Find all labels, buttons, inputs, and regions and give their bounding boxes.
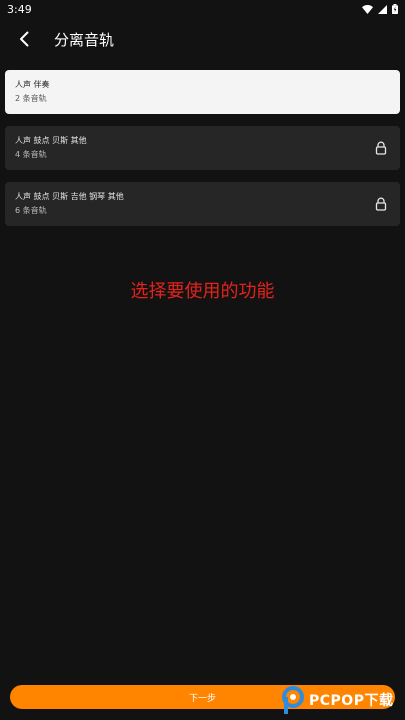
option-text: 人声 鼓点 贝斯 其他 4 条音轨 [15, 136, 87, 160]
status-time: 3:49 [7, 2, 32, 16]
option-text: 人声 伴奏 2 条音轨 [15, 80, 50, 104]
wifi-icon [362, 4, 373, 14]
screen: 3:49 分离音轨 人声 伴奏 2 条音轨 人声 鼓点 贝斯 其他 4 条音轨 … [0, 0, 405, 720]
status-bar: 3:49 [0, 0, 405, 18]
hint-text: 选择要使用的功能 [130, 281, 275, 302]
option-4-tracks[interactable]: 人声 鼓点 贝斯 其他 4 条音轨 [5, 126, 400, 170]
option-title: 人声 鼓点 贝斯 吉他 钢琴 其他 [15, 192, 124, 201]
option-subtitle: 4 条音轨 [15, 150, 47, 159]
status-icons [362, 4, 398, 14]
next-step-label: 下一步 [188, 693, 216, 704]
battery-icon [392, 4, 398, 14]
option-subtitle: 2 条音轨 [15, 94, 47, 103]
option-text: 人声 鼓点 贝斯 吉他 钢琴 其他 6 条音轨 [15, 192, 124, 216]
page-title: 分离音轨 [54, 30, 115, 49]
option-title: 人声 伴奏 [15, 80, 50, 89]
lock-icon [375, 197, 387, 211]
back-button[interactable] [0, 18, 48, 60]
option-title: 人声 鼓点 贝斯 其他 [15, 136, 87, 145]
lock-icon [375, 141, 387, 155]
cellular-icon [378, 4, 387, 14]
next-step-button[interactable]: 下一步 [10, 685, 395, 709]
option-2-tracks[interactable]: 人声 伴奏 2 条音轨 [5, 70, 400, 114]
option-6-tracks[interactable]: 人声 鼓点 贝斯 吉他 钢琴 其他 6 条音轨 [5, 182, 400, 226]
option-subtitle: 6 条音轨 [15, 206, 47, 215]
back-arrow-icon [20, 31, 29, 47]
app-bar: 分离音轨 [0, 18, 405, 60]
